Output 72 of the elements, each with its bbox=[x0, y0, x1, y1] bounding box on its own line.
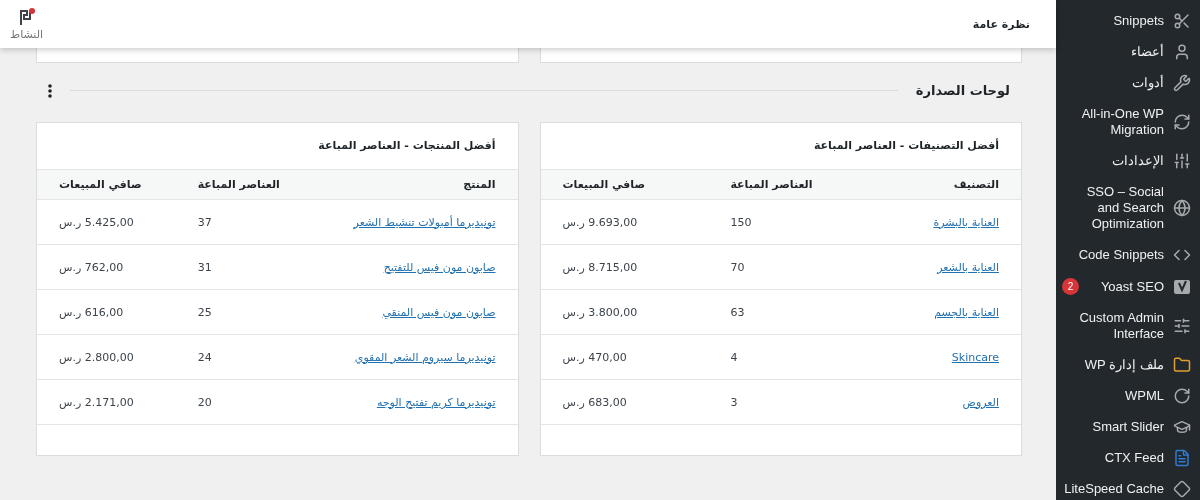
table-cell: 3 bbox=[708, 379, 876, 425]
table-cell: 616,00 ر.س bbox=[37, 289, 176, 335]
globe-icon bbox=[1173, 199, 1191, 217]
item-link[interactable]: تونيديرما أمبولات تنشيط الشعر bbox=[353, 215, 496, 229]
sidebar-item[interactable]: Code Snippets bbox=[1056, 240, 1200, 271]
sidebar-item[interactable]: ملف إدارة WP bbox=[1056, 350, 1200, 381]
item-link[interactable]: العناية بالشعر bbox=[937, 260, 999, 274]
folder-icon bbox=[1173, 356, 1191, 374]
user-icon bbox=[1173, 43, 1191, 61]
sidebar-item[interactable]: LiteSpeed Cache bbox=[1056, 474, 1200, 500]
table-cell: 470,00 ر.س bbox=[540, 334, 709, 380]
sliders-icon bbox=[1173, 317, 1191, 335]
table-cell: 3.800,00 ر.س bbox=[540, 289, 709, 335]
document-icon bbox=[1173, 449, 1191, 467]
table-cell: 2.171,00 ر.س bbox=[37, 379, 176, 425]
section-title: لوحات الصدارة bbox=[915, 83, 1010, 98]
table-cell: 31 bbox=[175, 244, 314, 290]
circle-arrow-icon bbox=[1173, 387, 1191, 405]
column-header: صافي المبيعات bbox=[540, 169, 709, 200]
activity-label[interactable]: النشاط bbox=[10, 27, 44, 41]
item-link[interactable]: العناية بالجسم bbox=[934, 305, 999, 319]
column-header: المنتج bbox=[313, 169, 518, 200]
column-header: التصنيف bbox=[875, 169, 1021, 200]
table-cell: 25 bbox=[175, 289, 314, 335]
table-cell: 762,00 ر.س bbox=[37, 244, 176, 290]
table-cell: 5.425,00 ر.س bbox=[37, 199, 176, 245]
count-badge: 2 bbox=[1062, 278, 1079, 295]
sidebar-item[interactable]: الإعدادات bbox=[1056, 146, 1200, 177]
table-cell: 20 bbox=[175, 379, 314, 425]
item-link[interactable]: Skincare bbox=[951, 350, 999, 364]
table-cell: 9.693,00 ر.س bbox=[540, 199, 709, 245]
more-menu-button[interactable] bbox=[48, 83, 52, 98]
item-link[interactable]: العناية بالبشرة bbox=[933, 215, 999, 229]
column-header: العناصر المباعة bbox=[175, 169, 314, 200]
graduation-cap-icon bbox=[1173, 418, 1191, 436]
table-cell: 8.715,00 ر.س bbox=[540, 244, 709, 290]
table-cell: 37 bbox=[175, 199, 314, 245]
item-link[interactable]: العروض bbox=[962, 395, 999, 409]
item-link[interactable]: صابون مون فيس للتفتيح bbox=[383, 260, 496, 274]
wrench-icon bbox=[1173, 74, 1191, 92]
table-cell: 24 bbox=[175, 334, 314, 380]
item-link[interactable]: تونيديرما كريم تفتيح الوجه bbox=[376, 395, 496, 409]
sidebar-item[interactable]: Custom Admin Interface bbox=[1056, 303, 1200, 350]
table-cell: 2.800,00 ر.س bbox=[37, 334, 176, 380]
sidebar-item[interactable]: Snippets bbox=[1056, 6, 1200, 37]
y-logo-icon bbox=[1173, 277, 1191, 296]
page-title: نظرة عامة bbox=[972, 17, 1030, 31]
item-link[interactable]: صابون مون فيس المنقي bbox=[382, 305, 496, 319]
table-cell: 4 bbox=[708, 334, 876, 380]
sidebar-item[interactable]: WPML bbox=[1056, 381, 1200, 412]
item-link[interactable]: تونيديرما سيروم الشعر المقوي bbox=[354, 350, 496, 364]
sidebar-item[interactable]: 2 Yoast SEO bbox=[1056, 271, 1200, 303]
sidebar-item[interactable]: أعضاء bbox=[1056, 37, 1200, 68]
table-cell: 70 bbox=[708, 244, 876, 290]
table-cell: 683,00 ر.س bbox=[540, 379, 709, 425]
refresh-icon bbox=[1173, 113, 1191, 131]
column-header: صافي المبيعات bbox=[37, 169, 176, 200]
sidebar-item[interactable]: Smart Slider bbox=[1056, 412, 1200, 443]
sidebar-item[interactable]: CTX Feed bbox=[1056, 443, 1200, 474]
diamond-icon bbox=[1173, 480, 1191, 498]
scissors-icon bbox=[1173, 12, 1191, 30]
sliders-icon bbox=[1173, 152, 1191, 170]
card-title: أفضل المنتجات - العناصر المباعة bbox=[317, 137, 497, 154]
card-title: أفضل التصنيفات - العناصر المباعة bbox=[812, 137, 1000, 154]
table-cell: 63 bbox=[708, 289, 876, 335]
sidebar-item[interactable]: أدوات bbox=[1056, 68, 1200, 99]
flag-icon[interactable] bbox=[17, 7, 36, 26]
column-header: العناصر المباعة bbox=[708, 169, 876, 200]
sidebar-item[interactable]: All-in-One WP Migration bbox=[1056, 99, 1200, 146]
kebab-icon bbox=[48, 83, 52, 98]
table-cell: 150 bbox=[708, 199, 876, 245]
sidebar-item[interactable]: SSO – Social and Search Optimization bbox=[1056, 177, 1200, 240]
